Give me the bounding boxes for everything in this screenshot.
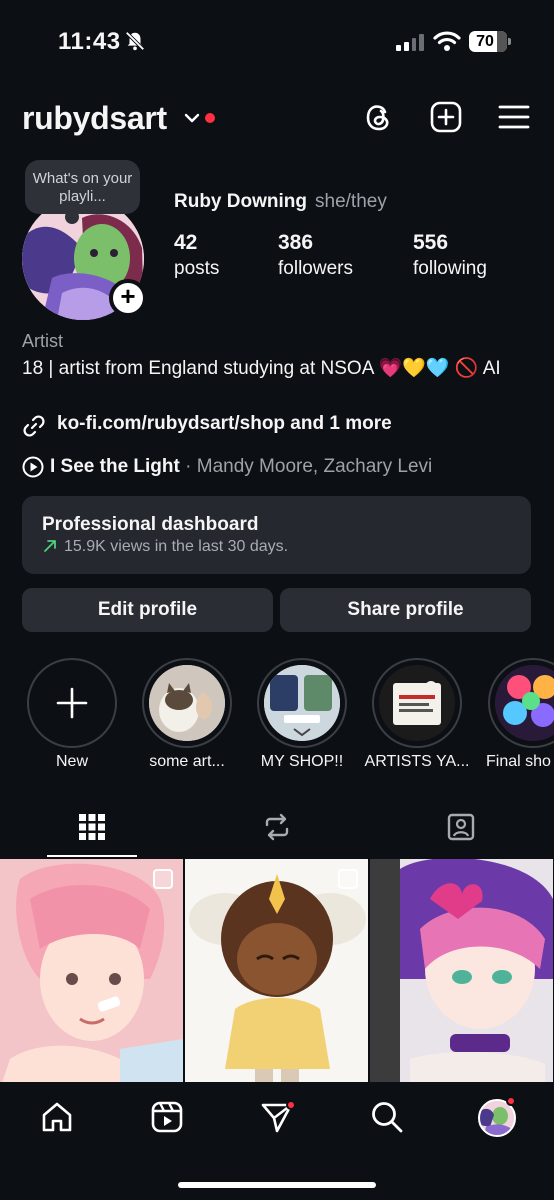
posts-count[interactable]: 42 [174,231,197,255]
dashboard-title: Professional dashboard [42,514,259,535]
reels-icon[interactable] [150,1100,184,1134]
post-thumbnail[interactable] [185,859,368,1089]
battery-level: 70 [476,33,494,50]
followers-label[interactable]: followers [278,258,353,280]
battery-indicator: 70 [469,31,511,52]
highlight-label-new[interactable]: New [17,753,127,771]
threads-icon[interactable] [361,100,395,134]
tagged-icon[interactable] [446,812,476,842]
music-artist: Mandy Moore, Zachary Levi [196,456,433,477]
highlight-cover-shop [264,665,340,741]
cellular-signal-icon [396,33,424,51]
highlight-my-shop[interactable] [257,658,347,748]
edit-profile-button[interactable]: Edit profile [22,588,273,632]
create-post-icon[interactable] [429,100,463,134]
bell-off-icon [125,31,145,51]
highlight-label-artists[interactable]: ARTISTS YA... [362,753,472,771]
new-highlight-button[interactable] [27,658,117,748]
full-name: Ruby Downing [174,191,307,212]
select-checkbox[interactable] [153,869,173,889]
link-icon [23,415,45,437]
pronouns: she/they [315,191,387,212]
highlight-cover-final [495,665,554,741]
menu-icon[interactable] [497,100,531,134]
post-artwork-pink-hair [0,859,183,1089]
play-circle-icon[interactable] [22,456,44,478]
profile-category: Artist [22,331,64,351]
chevron-down-icon[interactable] [182,108,202,128]
highlight-cover-cat [149,665,225,741]
highlight-final-shop[interactable] [488,658,554,748]
highlight-label-some-art[interactable]: some art... [132,753,242,771]
profile-music[interactable]: I See the Light · Mandy Moore, Zachary L… [50,456,432,478]
profile-notification-dot [506,1096,516,1106]
plus-icon [56,687,88,719]
bio-text: 18 | artist from England studying at NSO… [22,358,501,379]
home-icon[interactable] [40,1100,74,1134]
music-separator: · [179,456,197,477]
post-thumbnail[interactable] [370,859,553,1089]
highlight-label-final-shop[interactable]: Final sho [478,753,554,771]
wifi-icon [433,31,461,51]
dashboard-subtitle: 15.9K views in the last 30 days. [64,538,289,555]
home-indicator[interactable] [178,1182,376,1188]
select-checkbox[interactable] [338,869,358,889]
username-switcher[interactable]: rubydsart [22,100,167,137]
post-thumbnail[interactable] [0,859,183,1089]
profile-link[interactable]: ko-fi.com/rubydsart/shop and 1 more [57,413,392,435]
music-title: I See the Light [50,456,180,477]
note-bubble[interactable]: What's on your playli... [25,160,140,224]
status-time: 11:43 [58,28,121,55]
highlight-label-my-shop[interactable]: MY SHOP!! [247,753,357,771]
highlight-cover-artists [379,665,455,741]
following-label[interactable]: following [413,258,487,280]
posts-label[interactable]: posts [174,258,219,280]
avatar-mini-artwork [480,1101,514,1135]
share-profile-button[interactable]: Share profile [280,588,531,632]
post-artwork-angel [185,859,368,1089]
post-artwork-purple-bonnet [370,859,553,1089]
active-tab-indicator [47,855,137,857]
highlight-artists[interactable] [372,658,462,748]
messages-notification-dot [286,1100,296,1110]
add-story-button[interactable]: + [109,279,147,317]
reposts-icon[interactable] [262,812,292,842]
search-icon[interactable] [370,1100,404,1134]
notification-dot [205,113,215,123]
trend-up-icon [44,540,56,552]
highlight-some-art[interactable] [142,658,232,748]
followers-count[interactable]: 386 [278,231,313,255]
grid-icon[interactable] [77,812,107,842]
following-count[interactable]: 556 [413,231,448,255]
